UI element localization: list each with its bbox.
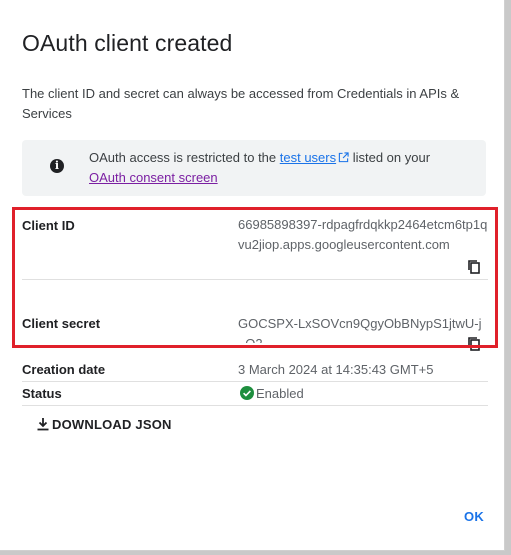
- download-icon: [37, 418, 49, 431]
- divider: [22, 381, 488, 382]
- download-json-button[interactable]: DOWNLOAD JSON: [36, 414, 172, 434]
- dialog-title: OAuth client created: [22, 30, 233, 56]
- ok-button[interactable]: OK: [456, 507, 492, 526]
- divider: [22, 405, 488, 406]
- info-icon: i: [50, 159, 64, 173]
- download-json-label: DOWNLOAD JSON: [52, 416, 172, 432]
- creation-date-value: 3 March 2024 at 14:35:43 GMT+5: [238, 362, 434, 377]
- highlight-box: [12, 207, 498, 348]
- dialog-intro-text: The client ID and secret can always be a…: [22, 86, 460, 121]
- creation-date-label: Creation date: [22, 362, 106, 377]
- status-label: Status: [22, 386, 62, 401]
- oauth-consent-screen-link[interactable]: OAuth consent screen: [89, 170, 218, 185]
- notice-text-before: OAuth access is restricted to the: [89, 150, 280, 165]
- status-value: Enabled: [256, 386, 304, 401]
- notice-text: OAuth access is restricted to the test u…: [89, 148, 469, 188]
- test-users-link[interactable]: test users: [280, 150, 336, 165]
- check-circle-icon: [240, 386, 254, 400]
- external-link-icon[interactable]: [338, 152, 349, 163]
- notice-text-middle: listed on your: [349, 150, 431, 165]
- oauth-client-created-dialog: OAuth client created The client ID and s…: [0, 0, 505, 551]
- restriction-notice: i OAuth access is restricted to the test…: [22, 140, 486, 196]
